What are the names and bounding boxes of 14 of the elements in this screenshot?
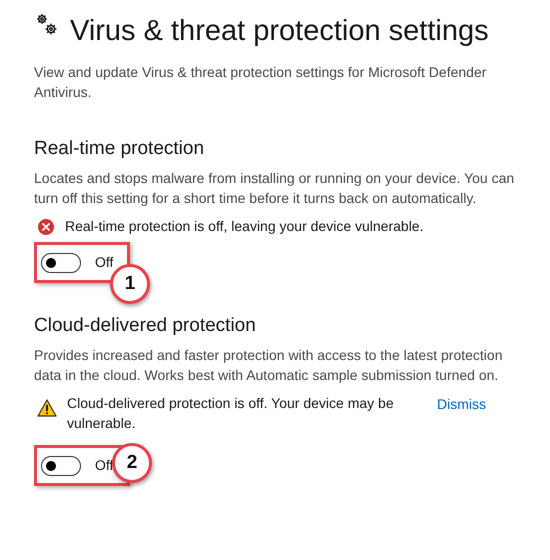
- toggle-label: Off: [95, 456, 114, 475]
- dismiss-link[interactable]: Dismiss: [437, 393, 486, 415]
- section-heading: Cloud-delivered protection: [34, 314, 257, 338]
- page-description: View and update Virus & threat protection settings for Microsoft Defender Antivirus.: [34, 63, 488, 102]
- section-description: Provides increased and faster protection with access to the latest protection data in the cloud. Works best with Automatic sample submission turned on.: [34, 346, 504, 385]
- step-number: 1: [110, 264, 150, 304]
- toggle-switch[interactable]: [41, 252, 81, 272]
- status-message: Real-time protection is off, leaving your device vulnerable.: [65, 217, 424, 236]
- status-message: Cloud-delivered protection is off. Your device may be vulnerable.: [67, 394, 395, 433]
- section-description: Locates and stops malware from installing or running on your device. You can turn off this setting for a short time before it turns back on automatically.: [34, 169, 516, 208]
- toggle-switch[interactable]: [41, 456, 81, 476]
- page-title: Virus & threat protection settings: [70, 14, 489, 49]
- section-heading: Real-time protection: [34, 137, 206, 161]
- step-number: 2: [112, 443, 152, 483]
